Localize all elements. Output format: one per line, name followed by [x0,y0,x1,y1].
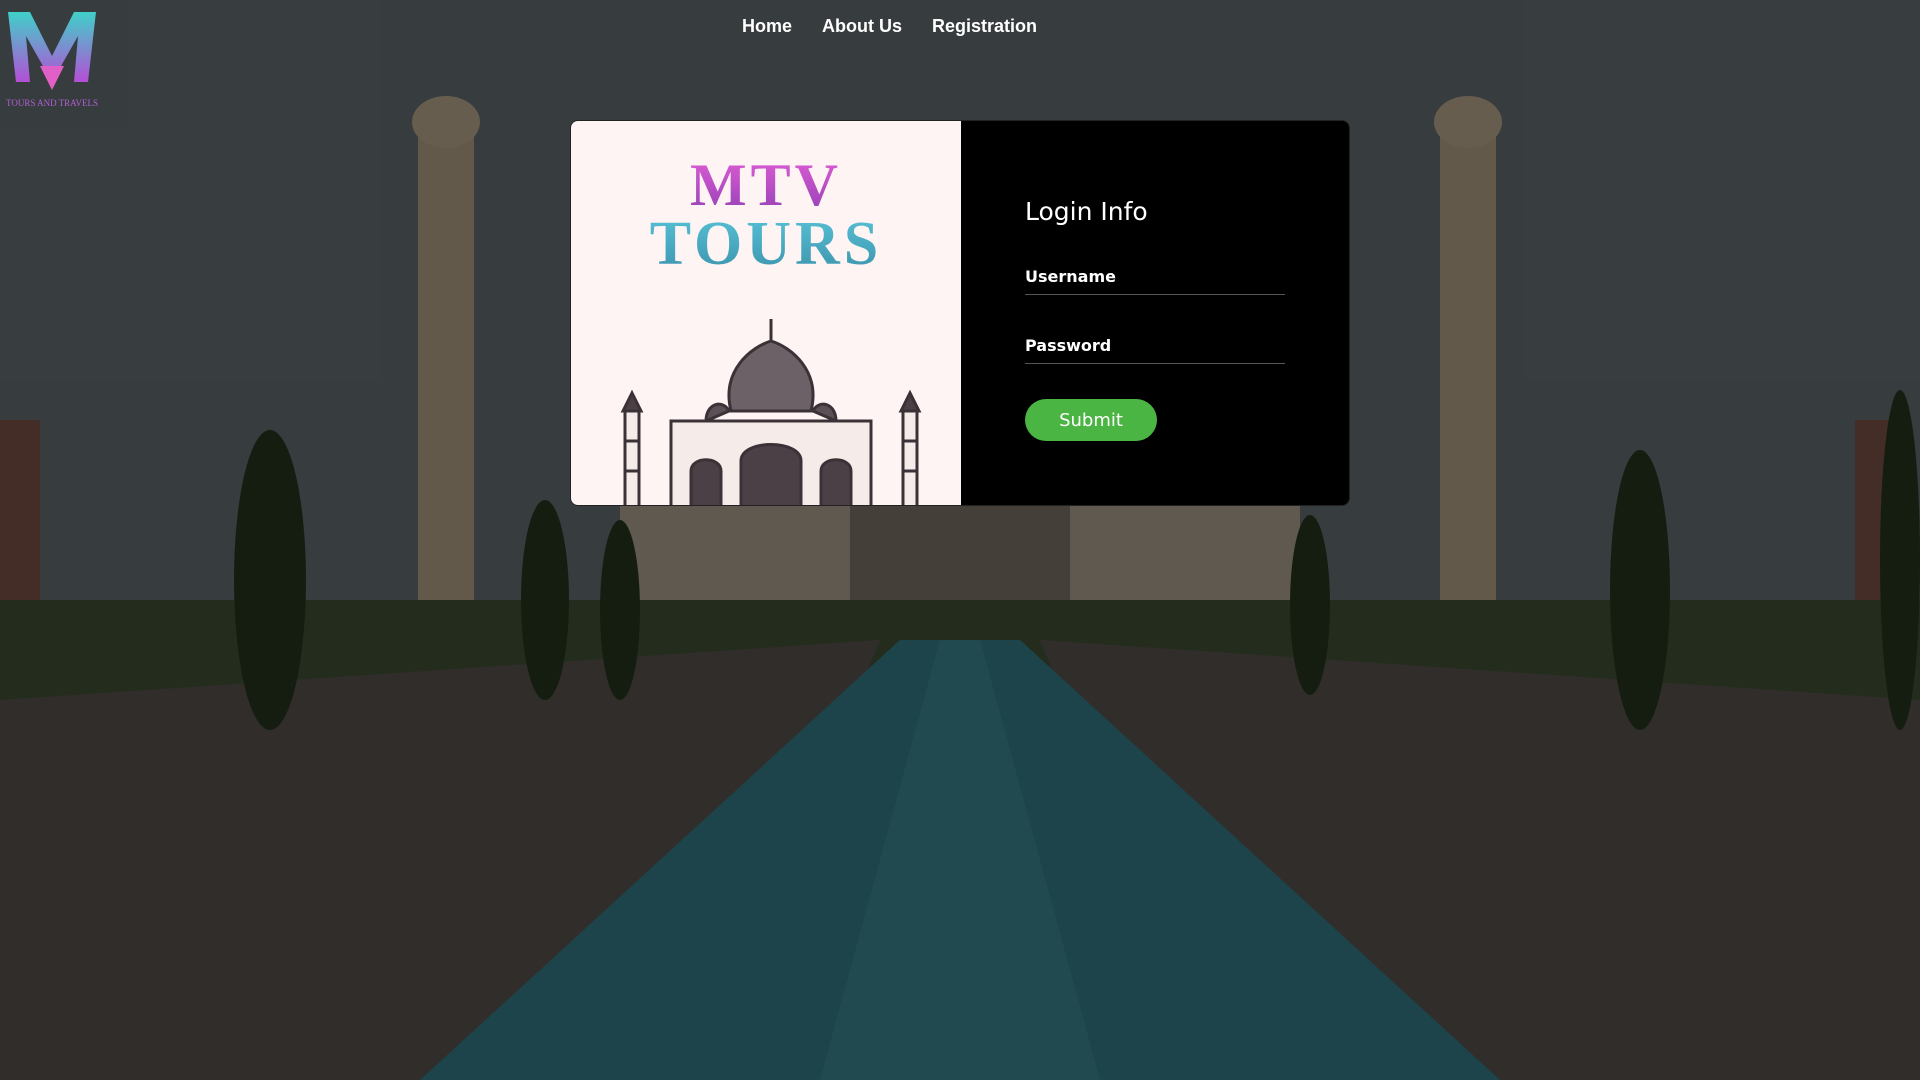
brand-panel: MTV TOURS [571,121,961,505]
login-title: Login Info [1025,197,1148,226]
main-nav: Home About Us Registration [742,14,1037,38]
username-input[interactable] [1025,259,1285,295]
nav-about-link[interactable]: About Us [822,14,902,38]
logo-caption: TOURS AND TRAVELS [5,98,99,108]
login-form-panel: Login Info Submit [961,121,1349,505]
nav-home-link[interactable]: Home [742,14,792,38]
login-card: MTV TOURS Login Info Username Submit [570,120,1350,506]
brand-title-tours: TOURS [571,209,961,280]
site-logo[interactable] [0,6,104,110]
password-input[interactable] [1025,328,1285,364]
nav-registration-link[interactable]: Registration [932,14,1037,38]
mtv-logo-icon [8,12,96,90]
submit-button[interactable]: Submit [1025,399,1157,441]
taj-mahal-sketch-icon [620,319,922,505]
